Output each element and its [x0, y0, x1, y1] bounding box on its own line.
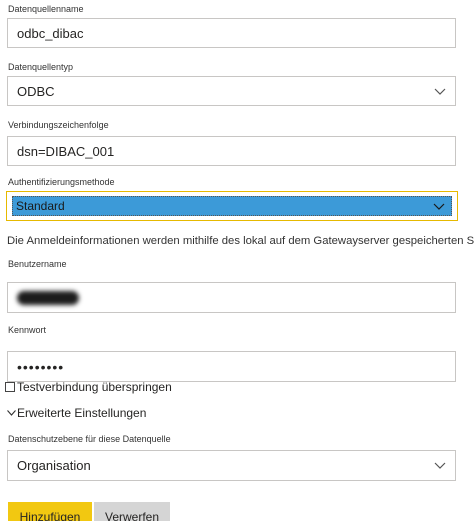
privacy-level-value: Organisation	[17, 458, 91, 473]
datasource-name-input[interactable]: odbc_dibac	[7, 18, 456, 48]
auth-method-value: Standard	[16, 199, 65, 213]
auth-method-label: Authentifizierungsmethode	[8, 177, 115, 187]
chevron-down-icon	[7, 410, 16, 416]
privacy-level-label: Datenschutzebene für diese Datenquelle	[8, 434, 171, 444]
connection-string-label: Verbindungszeichenfolge	[8, 120, 109, 130]
username-label: Benutzername	[8, 259, 67, 269]
connection-string-input[interactable]: dsn=DIBAC_001	[7, 136, 456, 166]
datasource-name-value: odbc_dibac	[17, 25, 84, 41]
password-value: ••••••••	[17, 358, 65, 375]
advanced-settings-label: Erweiterte Einstellungen	[17, 406, 147, 420]
skip-test-label: Testverbindung überspringen	[17, 380, 172, 394]
password-label: Kennwort	[8, 325, 47, 335]
chevron-down-icon	[426, 203, 452, 210]
discard-button[interactable]: Verwerfen	[94, 502, 170, 521]
privacy-level-select[interactable]: Organisation	[7, 450, 456, 481]
credentials-info-text: Die Anmeldeinformationen werden mithilfe…	[7, 235, 474, 247]
datasource-type-value: ODBC	[17, 83, 55, 99]
datasource-type-select[interactable]: ODBC	[7, 76, 456, 106]
chevron-down-icon	[425, 88, 455, 95]
auth-method-select[interactable]: Standard	[6, 191, 458, 221]
redacted-username	[17, 290, 79, 305]
connection-string-value: dsn=DIBAC_001	[17, 143, 115, 159]
skip-test-checkbox[interactable]	[5, 382, 15, 392]
datasource-name-label: Datenquellenname	[8, 4, 84, 14]
advanced-settings-toggle[interactable]: Erweiterte Einstellungen	[7, 406, 146, 420]
chevron-down-icon	[425, 462, 455, 469]
auth-method-selected-option[interactable]: Standard	[12, 196, 452, 216]
skip-test-row[interactable]: Testverbindung überspringen	[5, 380, 172, 394]
datasource-type-label: Datenquellentyp	[8, 62, 74, 72]
add-button[interactable]: Hinzufügen	[8, 502, 92, 521]
password-input[interactable]: ••••••••	[7, 351, 456, 382]
username-input[interactable]	[7, 282, 456, 313]
